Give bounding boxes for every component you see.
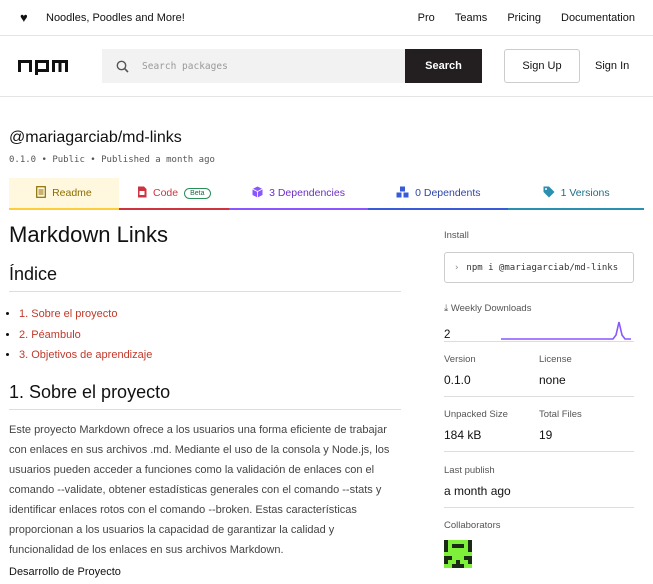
license-value: none (539, 373, 566, 387)
tab-versions-label: 1 Versions (560, 187, 610, 199)
tab-dependents[interactable]: 0 Dependents (368, 178, 509, 210)
index-heading: Índice (9, 264, 401, 292)
last-publish-label: Last publish (444, 465, 495, 476)
last-publish-value: a month ago (444, 484, 511, 498)
install-command-box[interactable]: › npm i @mariagarciab/md-links (444, 252, 634, 283)
nav-documentation[interactable]: Documentation (561, 12, 635, 24)
size-files-row: Unpacked Size 184 kB Total Files 19 (444, 397, 634, 452)
sign-up-button[interactable]: Sign Up (504, 49, 580, 83)
license-label: License (539, 354, 572, 365)
unpacked-size-label: Unpacked Size (444, 409, 508, 420)
nav-pricing[interactable]: Pricing (507, 12, 541, 24)
collaborators-label: Collaborators (444, 520, 501, 531)
version-label: Version (444, 354, 476, 365)
toc-link[interactable]: 3. Objetivos de aprendizaje (19, 345, 401, 366)
package-name: @mariagarciab/md-links (9, 129, 182, 146)
table-of-contents: 1. Sobre el proyecto 2. Péambulo 3. Obje… (9, 304, 401, 366)
unpacked-size-value: 184 kB (444, 428, 482, 442)
nav-teams[interactable]: Teams (455, 12, 487, 24)
weekly-downloads: 2 (444, 321, 634, 342)
weekly-downloads-value: 2 (444, 329, 451, 341)
section-heading: 1. Sobre el proyecto (9, 382, 401, 410)
search-icon (102, 60, 142, 73)
sign-in-link[interactable]: Sign In (595, 60, 629, 72)
code-file-icon (137, 186, 147, 201)
document-icon (36, 185, 46, 201)
subheading: Desarrollo de Proyecto (9, 565, 121, 578)
beta-badge: Beta (184, 187, 211, 199)
tab-dependents-label: 0 Dependents (415, 187, 481, 199)
toc-link[interactable]: 2. Péambulo (19, 325, 401, 346)
tab-readme[interactable]: Readme (9, 178, 119, 210)
tab-code[interactable]: Code Beta (118, 178, 229, 210)
tab-readme-label: Readme (52, 187, 92, 199)
install-label: Install (444, 230, 469, 241)
downloads-sparkline (501, 321, 631, 340)
last-publish: Last publish a month ago (444, 452, 634, 508)
prompt-icon: › (454, 262, 460, 273)
main-content: @mariagarciab/md-links 0.1.0 • Public • … (0, 129, 653, 578)
tab-dependencies[interactable]: 3 Dependencies (228, 178, 369, 210)
tab-code-label: Code (152, 187, 179, 199)
package-tabs: Readme Code Beta 3 Dependencies 0 Depend… (9, 178, 644, 210)
version-value: 0.1.0 (444, 373, 471, 387)
collaborators: Collaborators (444, 508, 634, 568)
toc-link[interactable]: 1. Sobre el proyecto (19, 304, 401, 325)
total-files-value: 19 (539, 428, 553, 442)
collaborator-avatar[interactable] (444, 540, 472, 568)
download-icon: ⤓ (444, 303, 451, 314)
sidebar: Install › npm i @mariagarciab/md-links ⤓… (444, 210, 634, 578)
top-nav: Pro Teams Pricing Documentation (401, 12, 635, 24)
search-button[interactable]: Search (405, 49, 482, 83)
search-box[interactable]: Search packages (102, 49, 405, 83)
install-command[interactable]: npm i @mariagarciab/md-links (466, 263, 618, 273)
boxes-icon (396, 186, 409, 201)
package-meta: 0.1.0 • Public • Published a month ago (9, 155, 215, 165)
readme-content: Markdown Links Índice 1. Sobre el proyec… (9, 210, 401, 578)
top-bar: ♥ Noodles, Poodles and More! Pro Teams P… (0, 0, 653, 36)
readme-title: Markdown Links (9, 222, 168, 247)
tagline[interactable]: Noodles, Poodles and More! (46, 12, 401, 24)
box-icon (252, 186, 263, 201)
search-input[interactable]: Search packages (142, 61, 228, 72)
header: Search packages Search Sign Up Sign In (0, 36, 653, 97)
version-license-row: Version 0.1.0 License none (444, 342, 634, 397)
section-body: Este proyecto Markdown ofrece a los usua… (9, 423, 390, 556)
weekly-downloads-label: ⤓ Weekly Downloads (444, 303, 532, 314)
tag-icon (543, 186, 555, 201)
npm-logo[interactable] (18, 57, 68, 75)
nav-pro[interactable]: Pro (418, 12, 435, 24)
total-files-label: Total Files (539, 409, 582, 420)
tab-dependencies-label: 3 Dependencies (269, 187, 345, 199)
heart-icon: ♥ (20, 10, 28, 25)
tab-versions[interactable]: 1 Versions (508, 178, 644, 210)
